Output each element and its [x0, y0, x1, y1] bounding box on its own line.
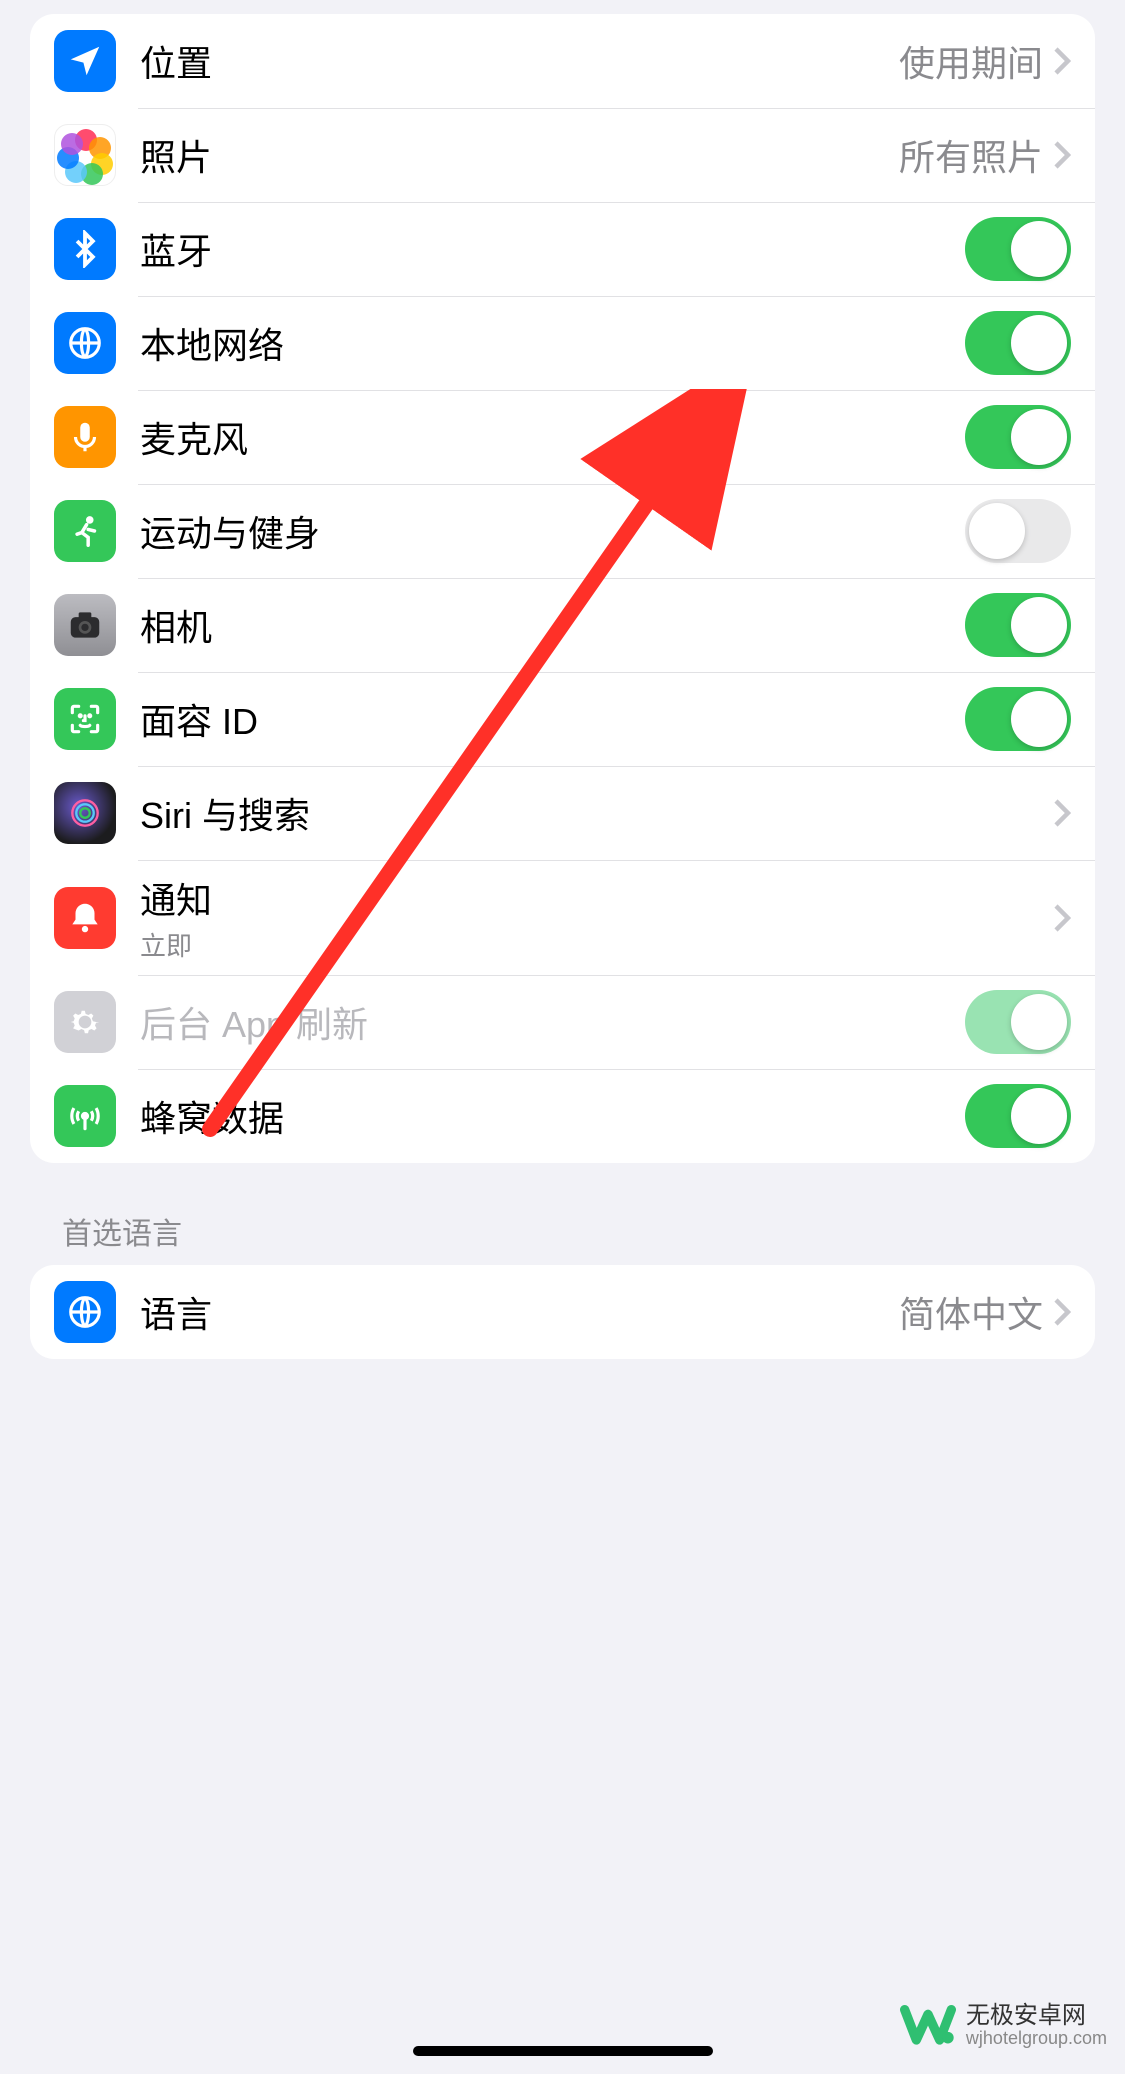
watermark-logo-icon: [900, 1998, 956, 2054]
bluetooth-toggle[interactable]: [965, 217, 1071, 281]
camera-icon: [54, 594, 116, 656]
cellular-icon: [54, 1085, 116, 1147]
chevron-right-icon: [1053, 140, 1071, 170]
permissions-section: 位置 使用期间 照片 所有照片 蓝牙 本地网络: [30, 14, 1095, 1163]
chevron-right-icon: [1053, 1297, 1071, 1327]
row-siri[interactable]: Siri 与搜索: [30, 766, 1095, 860]
row-value: 所有照片: [899, 129, 1043, 181]
bluetooth-icon: [54, 218, 116, 280]
row-label: 相机: [140, 599, 965, 651]
watermark-title: 无极安卓网: [966, 2003, 1107, 2029]
row-photos[interactable]: 照片 所有照片: [30, 108, 1095, 202]
row-label: Siri 与搜索: [140, 787, 1053, 839]
row-label: 运动与健身: [140, 505, 965, 557]
row-notifications[interactable]: 通知 立即: [30, 860, 1095, 975]
row-bgrefresh: 后台 App 刷新: [30, 975, 1095, 1069]
row-faceid[interactable]: 面容 ID: [30, 672, 1095, 766]
chevron-right-icon: [1053, 798, 1071, 828]
row-label: 后台 App 刷新: [140, 996, 965, 1048]
microphone-toggle[interactable]: [965, 405, 1071, 469]
localnetwork-toggle[interactable]: [965, 311, 1071, 375]
row-motion[interactable]: 运动与健身: [30, 484, 1095, 578]
fitness-icon: [54, 500, 116, 562]
row-label: 面容 ID: [140, 693, 965, 745]
row-label: 位置: [140, 35, 899, 87]
chevron-right-icon: [1053, 903, 1071, 933]
row-label: 蓝牙: [140, 223, 965, 275]
chevron-right-icon: [1053, 46, 1071, 76]
faceid-icon: [54, 688, 116, 750]
row-label: 通知: [140, 872, 1053, 924]
siri-icon: [54, 782, 116, 844]
row-location[interactable]: 位置 使用期间: [30, 14, 1095, 108]
bell-icon: [54, 887, 116, 949]
row-camera[interactable]: 相机: [30, 578, 1095, 672]
row-label: 本地网络: [140, 317, 965, 369]
row-label: 语言: [140, 1286, 899, 1338]
mic-icon: [54, 406, 116, 468]
location-icon: [54, 30, 116, 92]
home-indicator: [413, 2046, 713, 2056]
row-microphone[interactable]: 麦克风: [30, 390, 1095, 484]
cellular-toggle[interactable]: [965, 1084, 1071, 1148]
row-label: 蜂窝数据: [140, 1090, 965, 1142]
row-language[interactable]: 语言 简体中文: [30, 1265, 1095, 1359]
language-section: 语言 简体中文: [30, 1265, 1095, 1359]
row-value: 简体中文: [899, 1286, 1043, 1338]
watermark-url: wjhotelgroup.com: [966, 2029, 1107, 2049]
globe-icon: [54, 1281, 116, 1343]
row-bluetooth[interactable]: 蓝牙: [30, 202, 1095, 296]
row-cellular[interactable]: 蜂窝数据: [30, 1069, 1095, 1163]
photos-icon: [54, 124, 116, 186]
row-label: 麦克风: [140, 411, 965, 463]
language-section-header: 首选语言: [62, 1209, 1125, 1253]
row-value: 使用期间: [899, 35, 1043, 87]
gear-icon: [54, 991, 116, 1053]
camera-toggle[interactable]: [965, 593, 1071, 657]
watermark: 无极安卓网 wjhotelgroup.com: [900, 1998, 1107, 2054]
globe-icon: [54, 312, 116, 374]
row-label: 照片: [140, 129, 899, 181]
bgrefresh-toggle: [965, 990, 1071, 1054]
row-localnetwork[interactable]: 本地网络: [30, 296, 1095, 390]
row-subtitle: 立即: [140, 926, 1053, 963]
faceid-toggle[interactable]: [965, 687, 1071, 751]
motion-toggle[interactable]: [965, 499, 1071, 563]
